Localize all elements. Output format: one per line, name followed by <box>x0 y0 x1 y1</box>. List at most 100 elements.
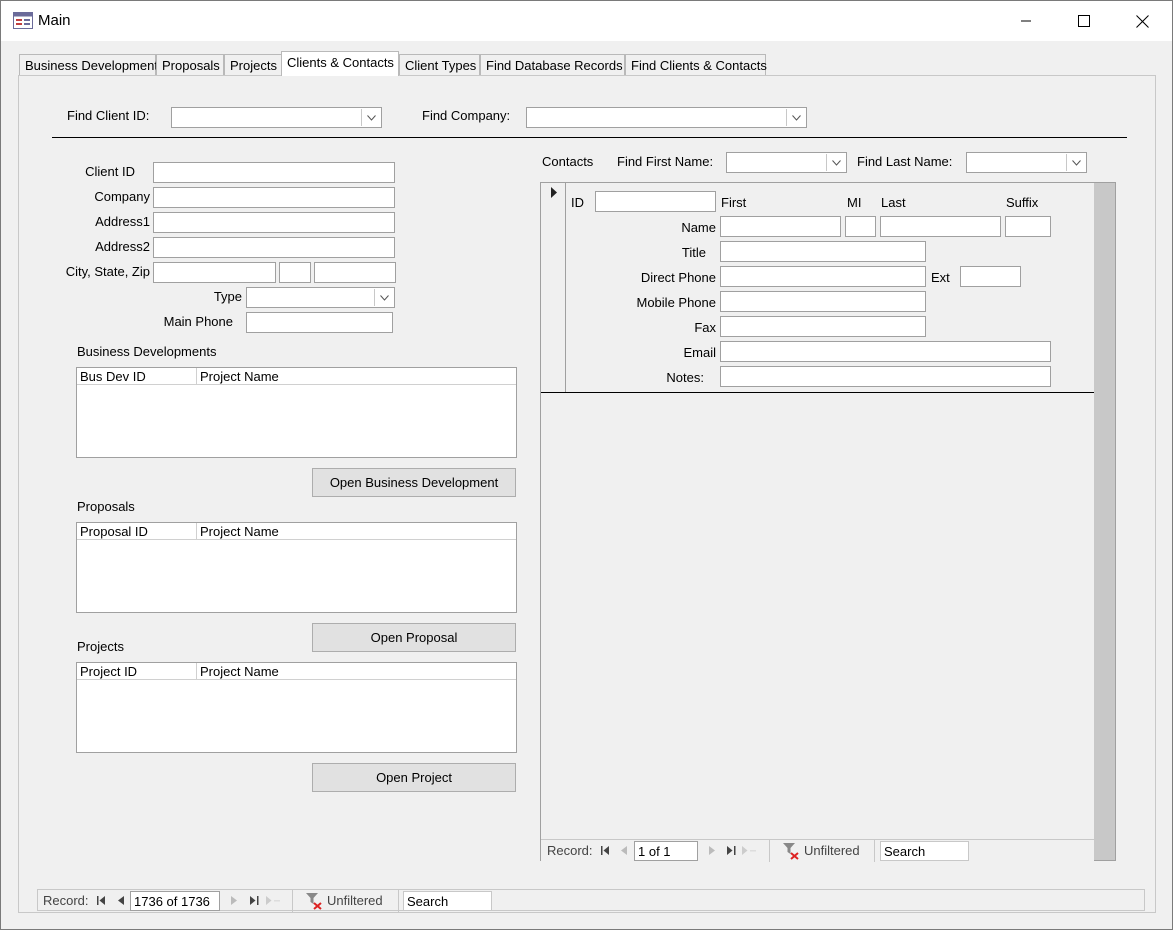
minimize-button[interactable] <box>997 1 1055 41</box>
contact-id-label: ID <box>571 195 584 210</box>
close-button[interactable] <box>1113 1 1171 41</box>
open-business-development-button[interactable]: Open Business Development <box>312 468 516 497</box>
column-header: Project ID <box>80 664 138 679</box>
find-company-combo[interactable] <box>526 107 807 128</box>
tab-clients-contacts[interactable]: Clients & Contacts <box>281 51 399 76</box>
main-record-navigator: Record: 1736 of 1736 Unfiltered Search <box>37 889 1145 912</box>
chevron-down-icon[interactable] <box>361 109 380 126</box>
current-record-field[interactable]: 1736 of 1736 <box>130 891 220 911</box>
main-phone-field[interactable] <box>246 312 393 333</box>
client-id-field[interactable] <box>153 162 395 183</box>
form-icon <box>13 12 33 29</box>
ext-field[interactable] <box>960 266 1021 287</box>
tab-proposals[interactable]: Proposals <box>156 54 224 76</box>
projects-list[interactable]: Project ID Project Name <box>76 662 517 753</box>
record-label: Record: <box>43 893 89 908</box>
find-first-name-label: Find First Name: <box>617 154 714 169</box>
column-header: Proposal ID <box>80 524 148 539</box>
title-field[interactable] <box>720 241 926 262</box>
business-developments-label: Business Developments <box>77 344 217 359</box>
proposals-label: Proposals <box>77 499 135 514</box>
tab-client-types[interactable]: Client Types <box>399 54 480 76</box>
find-client-id-label: Find Client ID: <box>67 108 150 123</box>
contacts-subform: ID First MI Last Suffix Name Title Direc… <box>540 182 1116 862</box>
zip-field[interactable] <box>314 262 396 283</box>
tab-find-clients-contacts[interactable]: Find Clients & Contacts <box>625 54 767 76</box>
last-record-icon[interactable] <box>250 896 259 905</box>
last-record-icon[interactable] <box>727 846 736 855</box>
navigator-separator <box>398 890 399 912</box>
contact-id-field[interactable] <box>595 191 716 212</box>
search-input[interactable]: Search <box>880 841 969 861</box>
title-bar: Main <box>1 1 1172 41</box>
state-field[interactable] <box>279 262 311 283</box>
find-last-name-combo[interactable] <box>966 152 1087 173</box>
search-input[interactable]: Search <box>403 891 492 911</box>
main-window: Main Business Development Proposals Proj… <box>0 0 1173 930</box>
name-label: Name <box>681 220 716 235</box>
ext-label: Ext <box>931 270 950 285</box>
column-header: Project Name <box>200 524 279 539</box>
suffix-field[interactable] <box>1005 216 1051 237</box>
main-phone-label: Main Phone <box>163 314 233 329</box>
mobile-phone-field[interactable] <box>720 291 926 312</box>
address2-field[interactable] <box>153 237 395 258</box>
find-first-name-combo[interactable] <box>726 152 847 173</box>
chevron-down-icon[interactable] <box>786 109 805 126</box>
tab-projects[interactable]: Projects <box>224 54 282 76</box>
first-label: First <box>721 195 747 210</box>
navigator-separator <box>769 840 770 862</box>
suffix-label: Suffix <box>1006 195 1039 210</box>
filter-status[interactable]: Unfiltered <box>327 893 383 908</box>
previous-record-icon[interactable] <box>118 896 124 905</box>
tab-find-database-records[interactable]: Find Database Records <box>480 54 625 76</box>
current-record-field[interactable]: 1 of 1 <box>634 841 698 861</box>
email-label: Email <box>683 345 716 360</box>
last-label: Last <box>881 195 906 210</box>
direct-phone-label: Direct Phone <box>640 270 716 285</box>
next-record-icon[interactable] <box>231 896 237 905</box>
first-name-field[interactable] <box>720 216 841 237</box>
company-field[interactable] <box>153 187 395 208</box>
address1-field[interactable] <box>153 212 395 233</box>
business-developments-list[interactable]: Bus Dev ID Project Name <box>76 367 517 458</box>
filter-icon[interactable] <box>782 842 800 860</box>
email-field[interactable] <box>720 341 1051 362</box>
vertical-scrollbar[interactable] <box>1094 183 1115 860</box>
chevron-down-icon[interactable] <box>826 154 845 171</box>
new-record-icon[interactable] <box>266 896 280 905</box>
company-label: Company <box>94 189 150 204</box>
notes-field[interactable] <box>720 366 1051 387</box>
contacts-record-navigator: Record: 1 of 1 Unfiltered Search <box>541 839 1094 862</box>
last-name-field[interactable] <box>880 216 1001 237</box>
direct-phone-field[interactable] <box>720 266 926 287</box>
proposals-list[interactable]: Proposal ID Project Name <box>76 522 517 613</box>
filter-icon[interactable] <box>305 892 323 910</box>
first-record-icon[interactable] <box>97 896 106 905</box>
column-header: Project Name <box>200 664 279 679</box>
mi-label: MI <box>847 195 862 210</box>
navigator-separator <box>292 890 293 912</box>
type-combo[interactable] <box>246 287 395 308</box>
open-proposal-button[interactable]: Open Proposal <box>312 623 516 652</box>
city-field[interactable] <box>153 262 276 283</box>
fax-field[interactable] <box>720 316 926 337</box>
new-record-icon[interactable] <box>742 846 756 855</box>
tab-business-development[interactable]: Business Development <box>19 54 158 76</box>
client-id-label: Client ID <box>85 164 135 179</box>
record-selector[interactable] <box>541 183 566 392</box>
chevron-down-icon[interactable] <box>374 289 393 306</box>
filter-status[interactable]: Unfiltered <box>804 843 860 858</box>
column-header: Project Name <box>200 369 279 384</box>
previous-record-icon[interactable] <box>621 846 627 855</box>
first-record-icon[interactable] <box>601 846 610 855</box>
middle-initial-field[interactable] <box>845 216 876 237</box>
divider-line <box>52 137 1127 138</box>
address2-label: Address2 <box>95 239 150 254</box>
open-project-button[interactable]: Open Project <box>312 763 516 792</box>
mobile-phone-label: Mobile Phone <box>636 295 717 310</box>
chevron-down-icon[interactable] <box>1066 154 1085 171</box>
next-record-icon[interactable] <box>709 846 715 855</box>
find-client-id-combo[interactable] <box>171 107 382 128</box>
maximize-button[interactable] <box>1055 1 1113 41</box>
